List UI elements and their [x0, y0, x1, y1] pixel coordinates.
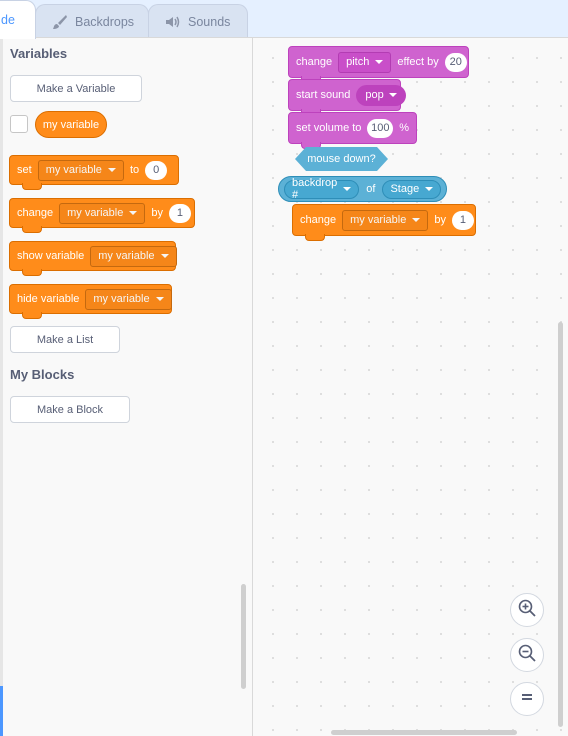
value-input[interactable]: 1 [168, 203, 191, 223]
mouse-down-block[interactable]: mouse down? [295, 147, 388, 171]
block-text: % [399, 122, 409, 134]
zoom-reset-button[interactable] [510, 682, 544, 716]
block-text: effect by [397, 56, 439, 68]
variables-section-title: Variables [10, 46, 68, 61]
tab-sounds[interactable]: Sounds [148, 4, 248, 38]
category-menu-edge [0, 37, 3, 736]
block-text: change [300, 214, 337, 226]
target-dropdown[interactable]: Stage [382, 179, 442, 199]
caret-down-icon [343, 187, 352, 191]
variable-reporter-block[interactable]: my variable [35, 111, 107, 138]
show-variable-block[interactable]: show variable my variable [9, 241, 177, 276]
start-sound-block[interactable]: start sound pop [288, 79, 406, 116]
variable-dropdown[interactable]: my variable [342, 209, 429, 231]
make-list-button[interactable]: Make a List [10, 326, 120, 353]
tab-backdrops[interactable]: Backdrops [35, 4, 149, 38]
caret-down-icon [107, 168, 116, 172]
value-input[interactable]: 100 [367, 118, 394, 138]
dropdown-label: pop [365, 89, 384, 101]
variable-dropdown[interactable]: my variable [85, 288, 172, 310]
block-text: show variable [17, 250, 85, 262]
caret-down-icon [412, 218, 421, 222]
property-dropdown[interactable]: backdrop # [284, 177, 360, 201]
tab-backdrops-label: Backdrops [75, 14, 135, 29]
variable-dropdown[interactable]: my variable [90, 245, 177, 267]
sensing-of-block[interactable]: backdrop # of Stage [278, 176, 447, 202]
zoom-in-icon [517, 598, 537, 623]
variable-dropdown[interactable]: my variable [59, 202, 146, 224]
block-text: by [434, 214, 446, 226]
make-block-button[interactable]: Make a Block [10, 396, 130, 423]
workspace-vertical-scrollbar[interactable] [558, 322, 563, 727]
block-text: set [17, 164, 32, 176]
block-text: of [366, 183, 376, 195]
dropdown-label: pitch [346, 56, 370, 68]
block-text: change [296, 56, 333, 68]
caret-down-icon [160, 254, 169, 258]
sound-dropdown[interactable]: pop [356, 84, 406, 106]
brush-icon [52, 14, 68, 30]
category-selected-indicator [0, 686, 3, 736]
block-palette [0, 37, 253, 736]
block-text: start sound [296, 89, 351, 101]
palette-scrollbar[interactable] [241, 584, 246, 689]
dropdown-label: my variable [45, 164, 102, 176]
caret-down-icon [425, 187, 434, 191]
speaker-icon [165, 15, 181, 29]
block-text: by [151, 207, 163, 219]
dropdown-label: my variable [350, 214, 407, 226]
tab-code[interactable]: de [0, 0, 36, 39]
my-blocks-section-title: My Blocks [10, 367, 75, 382]
workspace-horizontal-scrollbar[interactable] [331, 730, 517, 735]
change-variable-block[interactable]: change my variable by 1 [292, 204, 476, 241]
effect-dropdown[interactable]: pitch [338, 51, 392, 73]
change-effect-block[interactable]: change pitch effect by 20 [288, 46, 469, 83]
value-input[interactable]: 20 [444, 52, 467, 72]
dropdown-label: my variable [98, 250, 155, 262]
change-variable-block[interactable]: change my variable by 1 [9, 198, 195, 233]
hide-variable-block[interactable]: hide variable my variable [9, 284, 172, 319]
value-input[interactable]: 0 [145, 160, 168, 180]
block-text: change [17, 207, 54, 219]
dropdown-label: backdrop # [292, 177, 338, 201]
caret-down-icon [388, 93, 397, 97]
caret-down-icon [155, 297, 164, 301]
make-variable-button[interactable]: Make a Variable [10, 75, 142, 102]
zoom-in-button[interactable] [510, 593, 544, 627]
set-volume-block[interactable]: set volume to 100 % [288, 112, 417, 149]
tab-code-label: de [1, 13, 15, 27]
variable-monitor-checkbox[interactable] [10, 115, 28, 133]
dropdown-label: my variable [67, 207, 124, 219]
set-variable-block[interactable]: set my variable to 0 [9, 155, 179, 190]
block-text: to [129, 164, 140, 176]
block-text: hide variable [17, 293, 80, 305]
dropdown-label: my variable [93, 293, 150, 305]
caret-down-icon [129, 211, 138, 215]
tab-sounds-label: Sounds [188, 14, 231, 29]
value-input[interactable]: 1 [451, 210, 474, 230]
zoom-reset-icon [519, 689, 535, 710]
zoom-out-button[interactable] [510, 638, 544, 672]
editor-tabs: de Backdrops Sounds [0, 0, 568, 39]
caret-down-icon [375, 60, 384, 64]
block-text: set volume to [296, 122, 362, 134]
dropdown-label: Stage [390, 183, 420, 195]
variable-dropdown[interactable]: my variable [37, 159, 124, 181]
zoom-out-icon [517, 643, 537, 668]
